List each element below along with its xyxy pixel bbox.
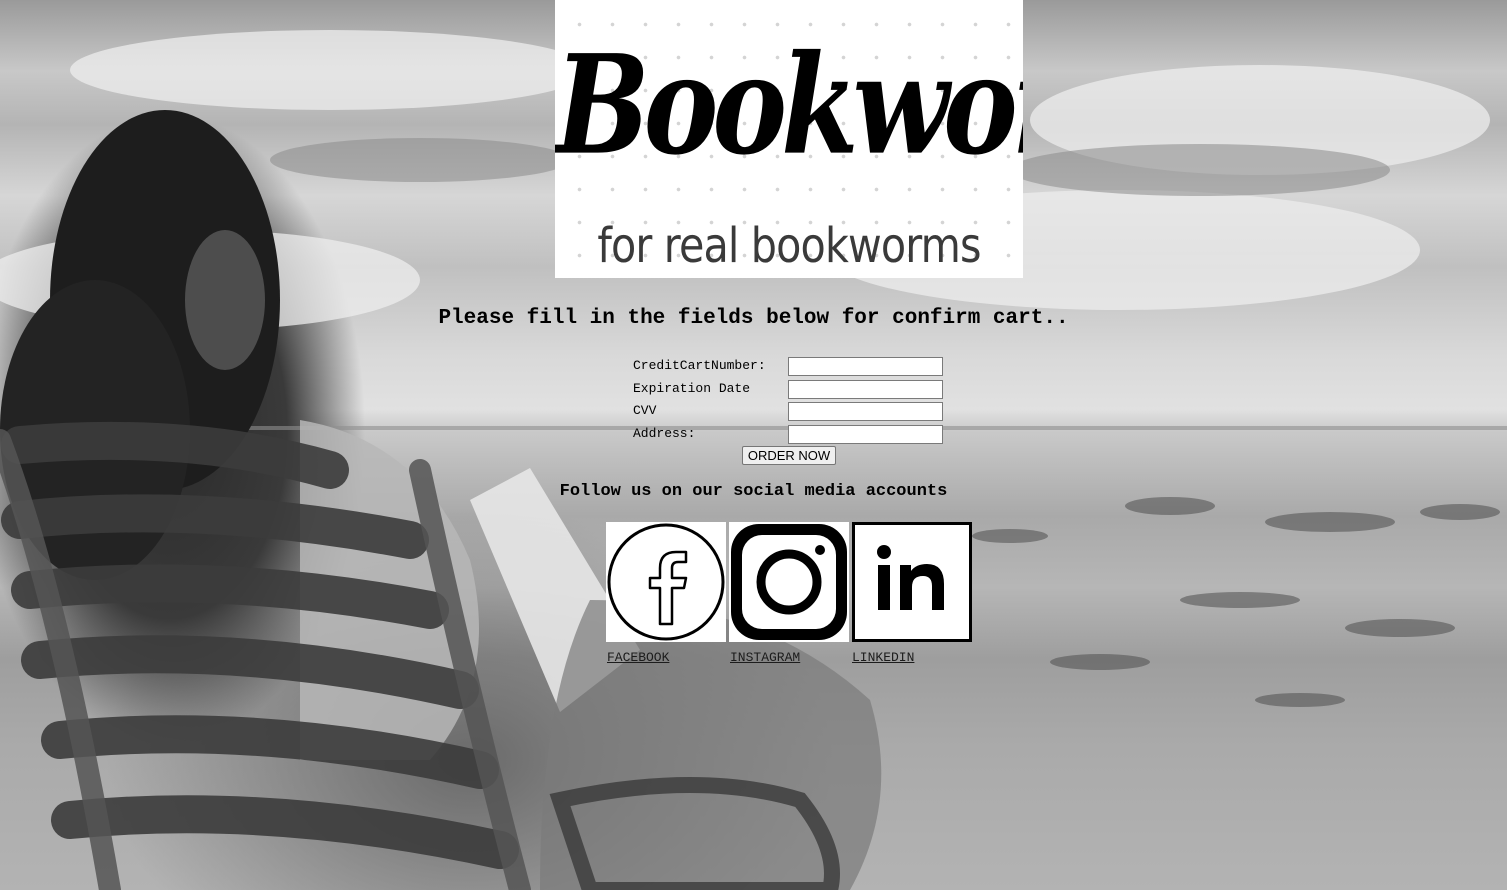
cvv-row: CVV: [630, 400, 950, 423]
facebook-icon-link[interactable]: [606, 522, 726, 642]
address-input[interactable]: [788, 424, 943, 444]
credit-card-number-input[interactable]: [788, 357, 943, 376]
order-now-button[interactable]: ORDER NOW: [742, 446, 836, 465]
facebook-link[interactable]: FACEBOOK: [607, 650, 669, 666]
form-instructions: Please fill in the fields below for conf…: [438, 307, 1069, 330]
social-heading: Follow us on our social media accounts: [559, 482, 948, 501]
facebook-icon: [606, 522, 726, 642]
expiration-date-input[interactable]: [788, 379, 943, 399]
credit-card-number-label: CreditCartNumber:: [633, 358, 766, 373]
instagram-icon-link[interactable]: [729, 522, 849, 642]
linkedin-icon: [852, 522, 972, 642]
logo-tagline: for real bookworms: [597, 218, 981, 274]
instagram-link[interactable]: INSTAGRAM: [730, 650, 800, 666]
payment-form: CreditCartNumber: Expiration Date CVV Ad…: [630, 355, 950, 445]
cvv-input[interactable]: [788, 402, 943, 421]
bookworm-logo: Bookworm for real bookworms: [555, 0, 1023, 278]
expiration-date-row: Expiration Date: [630, 378, 950, 401]
checkout-page: Bookworm for real bookworms Please fill …: [0, 0, 1507, 890]
linkedin-link[interactable]: LINKEDIN: [852, 650, 914, 666]
logo-title: Bookworm: [555, 25, 1023, 186]
credit-card-number-row: CreditCartNumber:: [630, 355, 950, 378]
linkedin-icon-link[interactable]: [852, 522, 972, 642]
address-row: Address:: [630, 423, 950, 446]
cvv-label: CVV: [633, 403, 657, 418]
instagram-icon: [729, 522, 849, 642]
address-label: Address:: [633, 425, 696, 441]
expiration-date-label: Expiration Date: [633, 380, 751, 396]
